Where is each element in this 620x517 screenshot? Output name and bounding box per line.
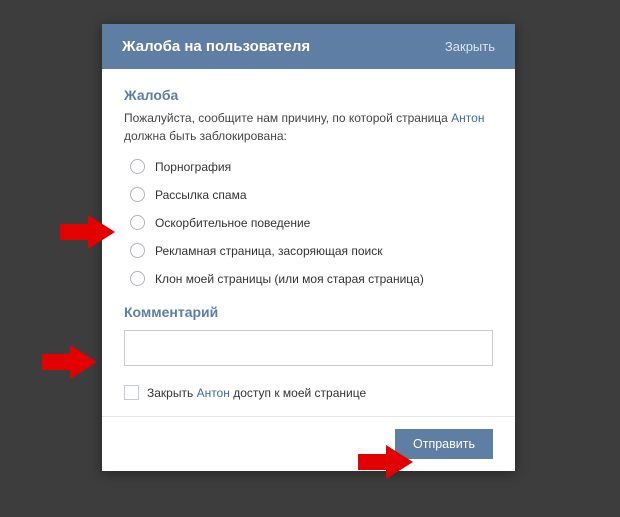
report-section-title: Жалоба — [124, 87, 493, 103]
arrow-icon — [42, 345, 97, 379]
radio-label: Рекламная страница, засоряющая поиск — [155, 244, 383, 258]
block-before: Закрыть — [147, 386, 197, 400]
dialog-footer: Отправить — [102, 416, 515, 471]
user-link[interactable]: Антон — [197, 386, 230, 400]
comment-input[interactable] — [124, 330, 493, 366]
radio-icon — [130, 243, 145, 258]
block-access-row[interactable]: Закрыть Антон доступ к моей странице — [124, 385, 493, 400]
checkbox-icon — [124, 385, 139, 400]
dialog-title: Жалоба на пользователя — [122, 38, 310, 55]
dialog-body: Жалоба Пожалуйста, сообщите нам причину,… — [102, 69, 515, 416]
reason-option-advertising[interactable]: Рекламная страница, засоряющая поиск — [130, 243, 493, 258]
radio-label: Порнография — [155, 160, 231, 174]
intro-before: Пожалуйста, сообщите нам причину, по кот… — [124, 111, 451, 125]
block-access-label: Закрыть Антон доступ к моей странице — [147, 386, 366, 400]
intro-after: должна быть заблокирована: — [124, 129, 287, 143]
reason-option-offensive[interactable]: Оскорбительное поведение — [130, 215, 493, 230]
report-user-dialog: Жалоба на пользователя Закрыть Жалоба По… — [102, 24, 515, 471]
radio-icon — [130, 159, 145, 174]
dialog-header: Жалоба на пользователя Закрыть — [102, 24, 515, 69]
radio-label: Оскорбительное поведение — [155, 216, 310, 230]
reason-option-clone[interactable]: Клон моей страницы (или моя старая стран… — [130, 271, 493, 286]
comment-title: Комментарий — [124, 304, 493, 320]
radio-label: Клон моей страницы (или моя старая стран… — [155, 272, 424, 286]
block-after: доступ к моей странице — [230, 386, 366, 400]
radio-icon — [130, 215, 145, 230]
report-reason-list: Порнография Рассылка спама Оскорбительно… — [130, 159, 493, 286]
comment-section: Комментарий — [124, 304, 493, 371]
report-intro: Пожалуйста, сообщите нам причину, по кот… — [124, 109, 493, 145]
radio-label: Рассылка спама — [155, 188, 247, 202]
radio-icon — [130, 271, 145, 286]
submit-button[interactable]: Отправить — [395, 429, 493, 459]
reason-option-pornography[interactable]: Порнография — [130, 159, 493, 174]
user-link[interactable]: Антон — [451, 111, 484, 125]
close-button[interactable]: Закрыть — [445, 39, 495, 54]
reason-option-spam[interactable]: Рассылка спама — [130, 187, 493, 202]
radio-icon — [130, 187, 145, 202]
